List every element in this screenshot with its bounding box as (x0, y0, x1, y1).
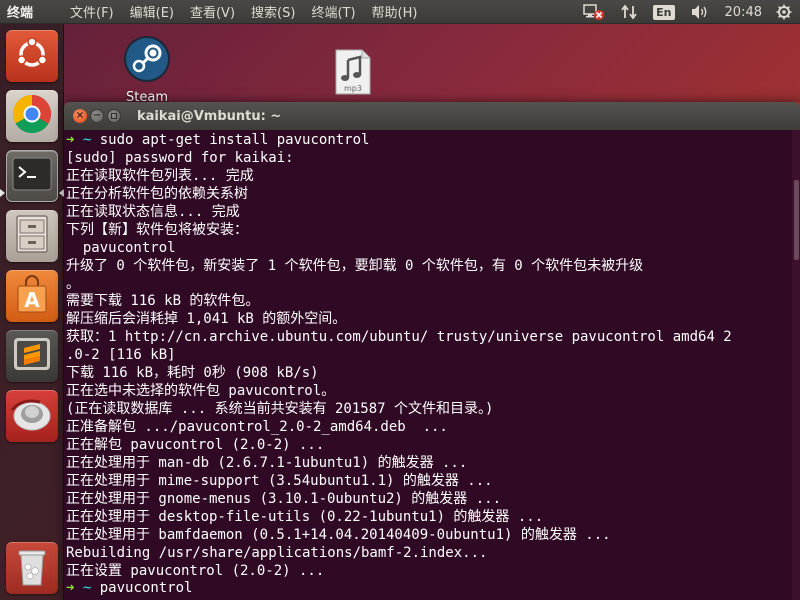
menu-search[interactable]: 搜索(S) (243, 2, 303, 21)
output-line: pavucontrol (66, 239, 176, 256)
desktop-icon-steam[interactable]: Steam (122, 34, 172, 105)
language-label: En (653, 4, 675, 20)
indicator-area: En 20:48 (575, 0, 800, 24)
launcher-software-center[interactable]: A (6, 270, 58, 322)
menu-file[interactable]: 文件(F) (62, 2, 122, 21)
output-line: 正在处理用于 desktop-file-utils (0.22-1ubuntu1… (66, 508, 544, 525)
launcher-terminal[interactable] (6, 150, 58, 202)
terminal-output[interactable]: ➜ ~ sudo apt-get install pavucontrol [su… (64, 130, 800, 600)
launcher-sublime-text[interactable] (6, 330, 58, 382)
menu-terminal[interactable]: 终端(T) (303, 2, 363, 21)
close-icon: × (75, 110, 85, 121)
power-gear-icon[interactable] (776, 4, 792, 20)
keyboard-language-indicator[interactable]: En (653, 4, 675, 20)
prompt-arrow: ➜ (66, 132, 75, 148)
top-panel: 终端 文件(F) 编辑(E) 查看(V) 搜索(S) 终端(T) 帮助(H) E… (0, 0, 800, 24)
chrome-icon (11, 93, 53, 139)
output-line: 正在处理用于 mime-support (3.54ubuntu1.1) 的触发器… (66, 472, 493, 489)
prompt-line: ➜ ~ sudo apt-get install pavucontrol (66, 132, 798, 150)
output-line: 正在读取状态信息... 完成 (66, 203, 240, 220)
window-title: kaikai@Vmbuntu: ~ (137, 108, 282, 124)
steam-icon (122, 34, 172, 88)
transfer-arrows-icon[interactable] (621, 4, 637, 20)
output-line: 正在设置 pavucontrol (2.0-2) ... (66, 562, 325, 579)
menu-help[interactable]: 帮助(H) (364, 2, 426, 21)
output-line: 下载 116 kB，耗时 0秒 (908 kB/s) (66, 365, 319, 382)
clock[interactable]: 20:48 (725, 5, 762, 20)
output-line: 正准备解包 .../pavucontrol_2.0-2_amd64.deb ..… (66, 419, 448, 435)
global-menu: 文件(F) 编辑(E) 查看(V) 搜索(S) 终端(T) 帮助(H) (62, 2, 425, 21)
minimize-icon: − (92, 110, 102, 121)
prompt-arrow: ➜ (66, 580, 75, 597)
red-ring-icon (10, 394, 54, 438)
output-line: 下列【新】软件包将被安装： (66, 221, 248, 238)
prompt-directory: ~ (82, 580, 92, 597)
volume-icon[interactable] (691, 4, 709, 20)
output-line: 正在解包 pavucontrol (2.0-2) ... (66, 436, 325, 453)
output-line: 解压缩后会消耗掉 1,041 kB 的额外空间。 (66, 311, 347, 328)
desktop-label-mp3: mp3 (344, 84, 362, 93)
output-line: 升级了 0 个软件包，新安装了 1 个软件包，要卸载 0 个软件包，有 0 个软… (66, 257, 644, 274)
prompt-line: ➜ ~ pavucontrol (66, 580, 798, 598)
running-indicator (0, 189, 5, 197)
desktop-icon-mp3[interactable]: mp3 (334, 48, 372, 100)
prompt-directory: ~ (82, 132, 92, 148)
output-line: .0-2 [116 kB] (66, 347, 176, 364)
terminal-window[interactable]: × − kaikai@Vmbuntu: ~ ➜ ~ sudo apt-get i… (64, 102, 800, 600)
command-text: pavucontrol (99, 580, 193, 597)
output-line: 正在读取软件包列表... 完成 (66, 167, 254, 184)
scrollbar[interactable] (792, 130, 800, 600)
output-line: 需要下载 116 kB 的软件包。 (66, 293, 260, 310)
menu-view[interactable]: 查看(V) (182, 2, 243, 21)
output-line: 正在处理用于 gnome-menus (3.10.1-0ubuntu2) 的触发… (66, 490, 502, 507)
output-line: 正在处理用于 man-db (2.6.7.1-1ubuntu1) 的触发器 ..… (66, 454, 468, 471)
maximize-button[interactable] (107, 109, 121, 123)
scrollbar-thumb[interactable] (794, 180, 799, 260)
launcher-trash[interactable] (6, 542, 58, 594)
launcher: A (0, 24, 64, 600)
window-titlebar[interactable]: × − kaikai@Vmbuntu: ~ (64, 102, 800, 130)
close-button[interactable]: × (73, 109, 87, 123)
launcher-files[interactable] (6, 210, 58, 262)
active-app-name: 终端 (7, 6, 34, 21)
shopping-bag-icon: A (14, 274, 50, 318)
output-line: 。 (66, 275, 80, 292)
output-line: 正在处理用于 bamfdaemon (0.5.1+14.04.20140409-… (66, 526, 611, 543)
output-line: 获取：1 http://cn.archive.ubuntu.com/ubuntu… (66, 329, 732, 346)
file-cabinet-icon (14, 214, 50, 258)
output-line: 正在分析软件包的依赖关系树 (66, 185, 248, 202)
svg-text:A: A (24, 288, 40, 312)
maximize-icon (111, 113, 117, 119)
ubuntu-logo-icon (14, 36, 50, 76)
network-disconnected-icon[interactable] (583, 3, 605, 21)
launcher-chrome[interactable] (6, 90, 58, 142)
launcher-dash-button[interactable] (6, 30, 58, 82)
terminal-icon (12, 157, 52, 195)
output-line: Rebuilding /usr/share/applications/bamf-… (66, 544, 488, 561)
output-line: 正在选中未选择的软件包 pavucontrol。 (66, 383, 336, 400)
command-text: sudo apt-get install pavucontrol (99, 132, 370, 148)
minimize-button[interactable]: − (90, 109, 104, 123)
sublime-icon (12, 334, 52, 378)
menu-edit[interactable]: 编辑(E) (122, 2, 182, 21)
output-line: (正在读取数据库 ... 系统当前共安装有 201587 个文件和目录。) (66, 401, 494, 418)
music-file-icon: mp3 (334, 48, 372, 100)
launcher-app[interactable] (6, 390, 58, 442)
output-line: [sudo] password for kaikai: (66, 149, 294, 166)
trash-icon (14, 545, 50, 591)
